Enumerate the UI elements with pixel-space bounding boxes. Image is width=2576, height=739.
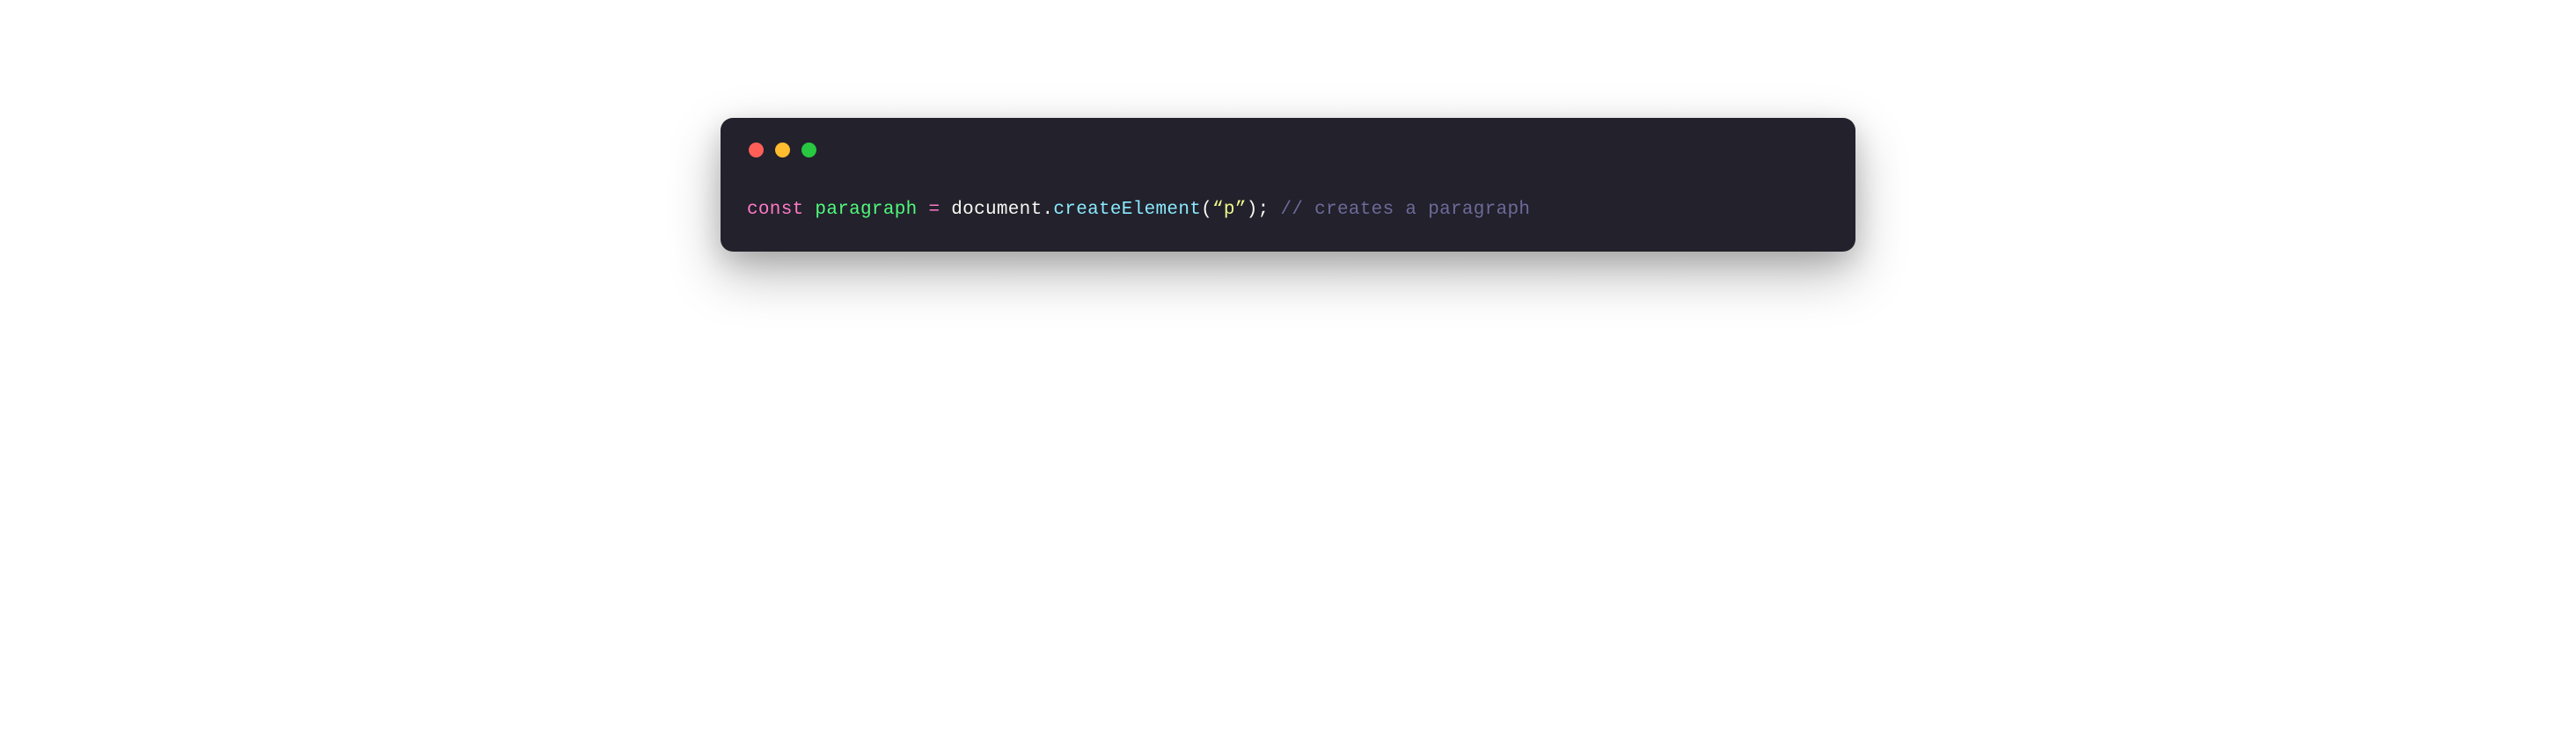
token-variable: paragraph [815, 200, 917, 220]
token-semicolon: ; [1258, 200, 1270, 220]
code-line: const paragraph = document.createElement… [747, 200, 1829, 220]
code-window: const paragraph = document.createElement… [721, 118, 1855, 252]
token-keyword: const [747, 200, 804, 220]
token-lparen: ( [1201, 200, 1212, 220]
token-space [918, 200, 929, 220]
token-operator: = [928, 200, 940, 220]
token-dot: . [1042, 200, 1053, 220]
token-space [804, 200, 816, 220]
close-icon[interactable] [749, 143, 764, 157]
minimize-icon[interactable] [775, 143, 790, 157]
token-space [940, 200, 951, 220]
token-string: “p” [1212, 200, 1247, 220]
token-rparen: ) [1247, 200, 1258, 220]
token-comment: // creates a paragraph [1280, 200, 1530, 220]
token-space [1270, 200, 1281, 220]
traffic-lights [747, 143, 1829, 157]
token-method: createElement [1053, 200, 1201, 220]
token-object: document [951, 200, 1042, 220]
maximize-icon[interactable] [801, 143, 816, 157]
